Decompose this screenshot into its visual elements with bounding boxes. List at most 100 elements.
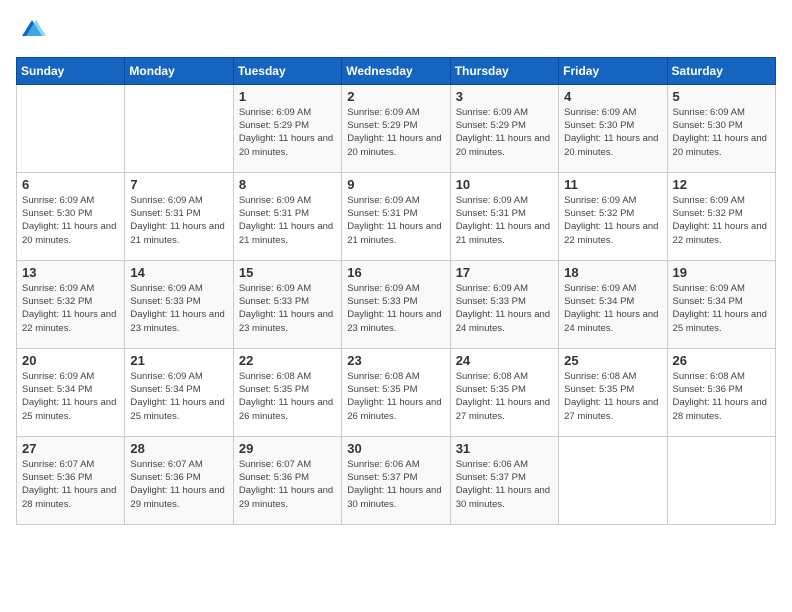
logo <box>16 16 46 49</box>
page-header <box>16 16 776 49</box>
day-info: Sunrise: 6:09 AM Sunset: 5:31 PM Dayligh… <box>239 194 336 247</box>
day-number: 9 <box>347 177 444 192</box>
table-row <box>667 436 775 524</box>
table-row: 24 Sunrise: 6:08 AM Sunset: 5:35 PM Dayli… <box>450 348 558 436</box>
table-row: 1 Sunrise: 6:09 AM Sunset: 5:29 PM Daylig… <box>233 84 341 172</box>
day-number: 23 <box>347 353 444 368</box>
weekday-header-wednesday: Wednesday <box>342 57 450 84</box>
day-info: Sunrise: 6:07 AM Sunset: 5:36 PM Dayligh… <box>22 458 119 511</box>
table-row: 21 Sunrise: 6:09 AM Sunset: 5:34 PM Dayli… <box>125 348 233 436</box>
day-info: Sunrise: 6:09 AM Sunset: 5:34 PM Dayligh… <box>673 282 770 335</box>
day-info: Sunrise: 6:09 AM Sunset: 5:30 PM Dayligh… <box>673 106 770 159</box>
table-row <box>17 84 125 172</box>
day-info: Sunrise: 6:09 AM Sunset: 5:34 PM Dayligh… <box>22 370 119 423</box>
day-info: Sunrise: 6:09 AM Sunset: 5:30 PM Dayligh… <box>564 106 661 159</box>
day-info: Sunrise: 6:09 AM Sunset: 5:31 PM Dayligh… <box>456 194 553 247</box>
weekday-header-tuesday: Tuesday <box>233 57 341 84</box>
day-number: 22 <box>239 353 336 368</box>
day-info: Sunrise: 6:08 AM Sunset: 5:36 PM Dayligh… <box>673 370 770 423</box>
day-info: Sunrise: 6:08 AM Sunset: 5:35 PM Dayligh… <box>564 370 661 423</box>
weekday-header-monday: Monday <box>125 57 233 84</box>
day-number: 16 <box>347 265 444 280</box>
day-number: 19 <box>673 265 770 280</box>
day-number: 2 <box>347 89 444 104</box>
day-info: Sunrise: 6:07 AM Sunset: 5:36 PM Dayligh… <box>239 458 336 511</box>
day-number: 30 <box>347 441 444 456</box>
day-info: Sunrise: 6:09 AM Sunset: 5:34 PM Dayligh… <box>130 370 227 423</box>
table-row: 25 Sunrise: 6:08 AM Sunset: 5:35 PM Dayli… <box>559 348 667 436</box>
table-row: 5 Sunrise: 6:09 AM Sunset: 5:30 PM Daylig… <box>667 84 775 172</box>
day-number: 5 <box>673 89 770 104</box>
day-number: 13 <box>22 265 119 280</box>
day-number: 25 <box>564 353 661 368</box>
day-info: Sunrise: 6:09 AM Sunset: 5:29 PM Dayligh… <box>456 106 553 159</box>
logo-icon <box>18 16 46 44</box>
table-row <box>125 84 233 172</box>
day-info: Sunrise: 6:08 AM Sunset: 5:35 PM Dayligh… <box>239 370 336 423</box>
table-row: 8 Sunrise: 6:09 AM Sunset: 5:31 PM Daylig… <box>233 172 341 260</box>
calendar-body: 1 Sunrise: 6:09 AM Sunset: 5:29 PM Daylig… <box>17 84 776 524</box>
table-row: 26 Sunrise: 6:08 AM Sunset: 5:36 PM Dayli… <box>667 348 775 436</box>
weekday-header-thursday: Thursday <box>450 57 558 84</box>
day-number: 28 <box>130 441 227 456</box>
day-info: Sunrise: 6:09 AM Sunset: 5:33 PM Dayligh… <box>130 282 227 335</box>
day-info: Sunrise: 6:09 AM Sunset: 5:33 PM Dayligh… <box>456 282 553 335</box>
day-number: 20 <box>22 353 119 368</box>
day-info: Sunrise: 6:09 AM Sunset: 5:33 PM Dayligh… <box>347 282 444 335</box>
table-row: 30 Sunrise: 6:06 AM Sunset: 5:37 PM Dayli… <box>342 436 450 524</box>
day-number: 31 <box>456 441 553 456</box>
day-info: Sunrise: 6:08 AM Sunset: 5:35 PM Dayligh… <box>347 370 444 423</box>
table-row: 22 Sunrise: 6:08 AM Sunset: 5:35 PM Dayli… <box>233 348 341 436</box>
day-number: 26 <box>673 353 770 368</box>
weekday-header-friday: Friday <box>559 57 667 84</box>
table-row: 29 Sunrise: 6:07 AM Sunset: 5:36 PM Dayli… <box>233 436 341 524</box>
table-row: 7Sunrise: 6:09 AM Sunset: 5:31 PM Daylig… <box>125 172 233 260</box>
day-number: 8 <box>239 177 336 192</box>
day-number: 29 <box>239 441 336 456</box>
table-row: 10Sunrise: 6:09 AM Sunset: 5:31 PM Dayli… <box>450 172 558 260</box>
table-row: 9 Sunrise: 6:09 AM Sunset: 5:31 PM Daylig… <box>342 172 450 260</box>
day-info: Sunrise: 6:09 AM Sunset: 5:32 PM Dayligh… <box>673 194 770 247</box>
day-info: Sunrise: 6:09 AM Sunset: 5:29 PM Dayligh… <box>239 106 336 159</box>
day-info: Sunrise: 6:09 AM Sunset: 5:33 PM Dayligh… <box>239 282 336 335</box>
day-number: 3 <box>456 89 553 104</box>
day-info: Sunrise: 6:06 AM Sunset: 5:37 PM Dayligh… <box>347 458 444 511</box>
table-row: 19 Sunrise: 6:09 AM Sunset: 5:34 PM Dayli… <box>667 260 775 348</box>
table-row: 2 Sunrise: 6:09 AM Sunset: 5:29 PM Daylig… <box>342 84 450 172</box>
table-row: 13Sunrise: 6:09 AM Sunset: 5:32 PM Dayli… <box>17 260 125 348</box>
day-number: 15 <box>239 265 336 280</box>
table-row: 12Sunrise: 6:09 AM Sunset: 5:32 PM Dayli… <box>667 172 775 260</box>
day-number: 24 <box>456 353 553 368</box>
day-number: 17 <box>456 265 553 280</box>
weekday-header-saturday: Saturday <box>667 57 775 84</box>
day-number: 14 <box>130 265 227 280</box>
table-row: 17 Sunrise: 6:09 AM Sunset: 5:33 PM Dayli… <box>450 260 558 348</box>
day-number: 21 <box>130 353 227 368</box>
table-row: 14 Sunrise: 6:09 AM Sunset: 5:33 PM Dayli… <box>125 260 233 348</box>
day-number: 27 <box>22 441 119 456</box>
table-row <box>559 436 667 524</box>
table-row: 27 Sunrise: 6:07 AM Sunset: 5:36 PM Dayli… <box>17 436 125 524</box>
table-row: 4Sunrise: 6:09 AM Sunset: 5:30 PM Daylig… <box>559 84 667 172</box>
weekday-header-sunday: Sunday <box>17 57 125 84</box>
table-row: 16 Sunrise: 6:09 AM Sunset: 5:33 PM Dayli… <box>342 260 450 348</box>
table-row: 18 Sunrise: 6:09 AM Sunset: 5:34 PM Dayli… <box>559 260 667 348</box>
day-info: Sunrise: 6:06 AM Sunset: 5:37 PM Dayligh… <box>456 458 553 511</box>
day-info: Sunrise: 6:09 AM Sunset: 5:32 PM Dayligh… <box>564 194 661 247</box>
table-row: 31 Sunrise: 6:06 AM Sunset: 5:37 PM Dayli… <box>450 436 558 524</box>
table-row: 28 Sunrise: 6:07 AM Sunset: 5:36 PM Dayli… <box>125 436 233 524</box>
calendar-table: SundayMondayTuesdayWednesdayThursdayFrid… <box>16 57 776 525</box>
day-info: Sunrise: 6:09 AM Sunset: 5:29 PM Dayligh… <box>347 106 444 159</box>
day-info: Sunrise: 6:08 AM Sunset: 5:35 PM Dayligh… <box>456 370 553 423</box>
day-info: Sunrise: 6:09 AM Sunset: 5:34 PM Dayligh… <box>564 282 661 335</box>
table-row: 23 Sunrise: 6:08 AM Sunset: 5:35 PM Dayli… <box>342 348 450 436</box>
day-number: 11 <box>564 177 661 192</box>
day-number: 1 <box>239 89 336 104</box>
table-row: 15 Sunrise: 6:09 AM Sunset: 5:33 PM Dayli… <box>233 260 341 348</box>
day-number: 18 <box>564 265 661 280</box>
day-number: 6 <box>22 177 119 192</box>
day-info: Sunrise: 6:09 AM Sunset: 5:31 PM Dayligh… <box>347 194 444 247</box>
calendar-header: SundayMondayTuesdayWednesdayThursdayFrid… <box>17 57 776 84</box>
table-row: 11 Sunrise: 6:09 AM Sunset: 5:32 PM Dayli… <box>559 172 667 260</box>
day-info: Sunrise: 6:07 AM Sunset: 5:36 PM Dayligh… <box>130 458 227 511</box>
